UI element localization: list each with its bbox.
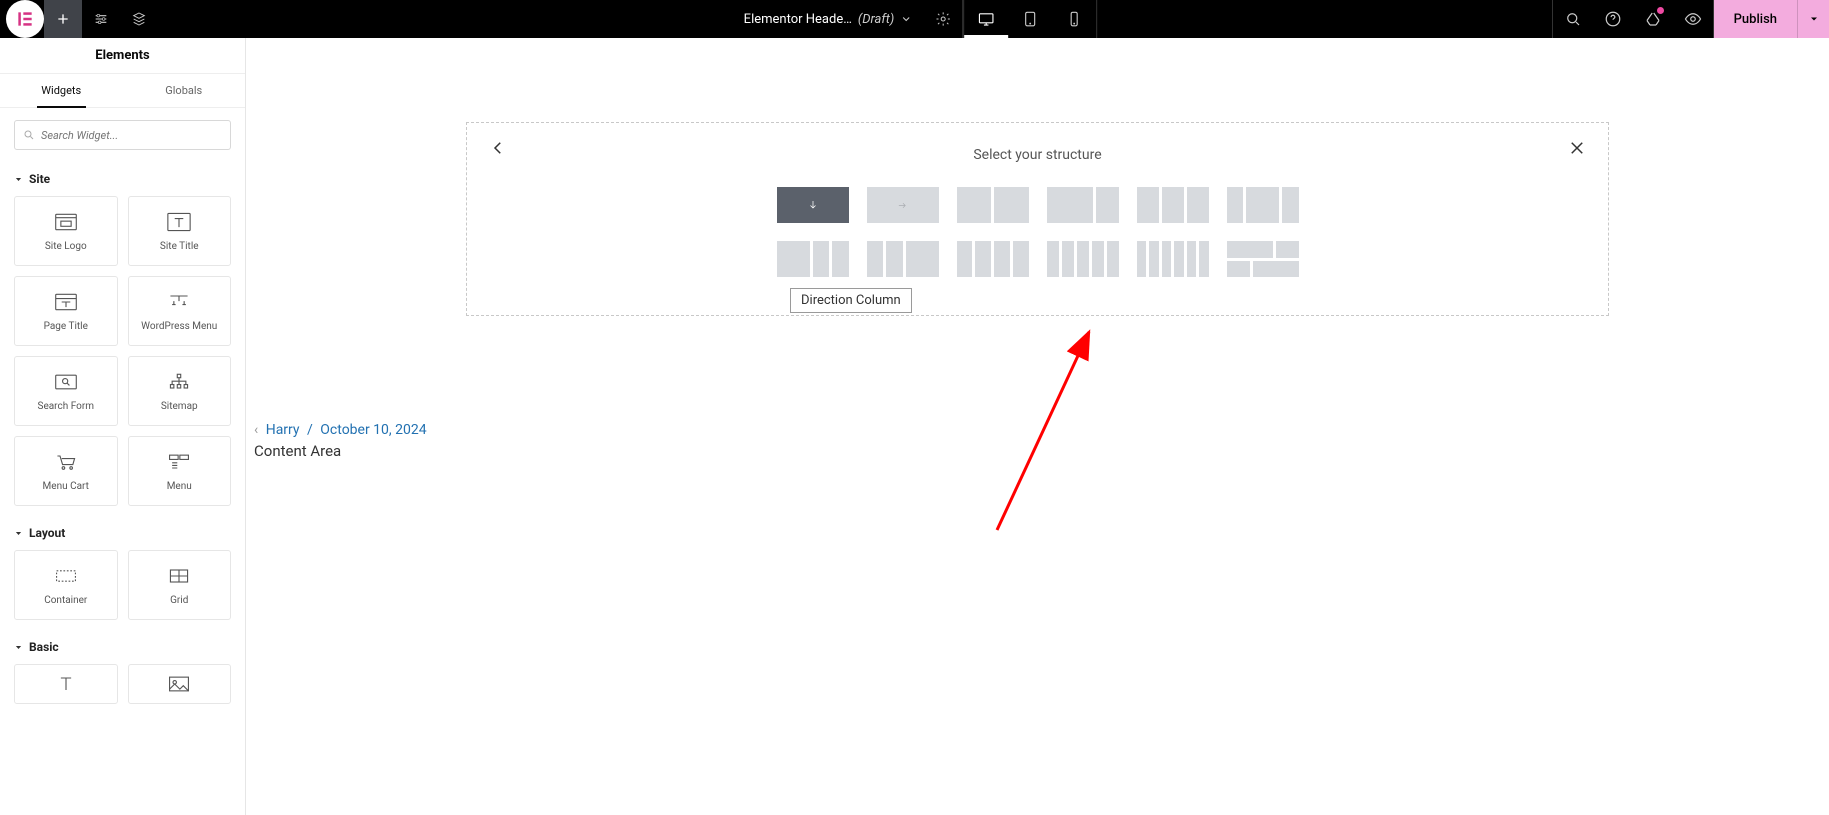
structure-option-3col[interactable] [1137,187,1209,223]
chevron-down-icon [900,13,912,25]
section-site-header[interactable]: Site [14,164,231,196]
structure-option-column[interactable] [777,187,849,223]
canvas-inner: Select your structure [246,38,1829,400]
topbar-right: Publish [1552,0,1829,38]
structure-option-2col[interactable] [957,187,1029,223]
publish-label: Publish [1734,12,1777,27]
app-root: Elementor Heade… (Draft) [0,0,1829,815]
post-author-link[interactable]: Harry [266,422,300,438]
topbar-center: Elementor Heade… (Draft) [732,0,1098,38]
section-basic: Basic [0,626,245,710]
wordpress-menu-icon [166,291,192,313]
chevron-left-icon: ‹ [254,422,258,438]
document-title[interactable]: Elementor Heade… (Draft) [732,12,925,27]
widget-page-title[interactable]: Page Title [14,276,118,346]
desktop-device-button[interactable] [964,0,1008,38]
document-draft-label: (Draft) [858,12,894,27]
structure-grid: Direction Column [497,187,1578,277]
page-settings-button[interactable] [924,0,962,38]
elementor-logo[interactable] [6,0,44,38]
widget-basic-2[interactable] [128,664,232,704]
panel-tabs: Widgets Globals [0,74,245,108]
panel-title: Elements [0,38,245,74]
navigator-button[interactable] [120,0,158,38]
structure-option-3col-right[interactable] [867,241,939,277]
widget-wordpress-menu[interactable]: WordPress Menu [128,276,232,346]
search-input[interactable] [41,129,222,142]
image-icon [166,673,192,695]
search-icon [23,129,35,141]
document-title-text: Elementor Heade… [744,12,852,27]
site-logo-icon [53,211,79,233]
menu-cart-icon [53,451,79,473]
grid-icon [166,565,192,587]
structure-option-4col[interactable] [957,241,1029,277]
widget-basic-1[interactable] [14,664,118,704]
widget-site-logo[interactable]: Site Logo [14,196,118,266]
page-title-icon [53,291,79,313]
notification-dot-icon [1657,7,1664,14]
widget-container[interactable]: Container [14,550,118,620]
site-title-icon [166,211,192,233]
menu-icon [166,451,192,473]
structure-option-2col-wide[interactable] [1047,187,1119,223]
widget-site-title[interactable]: Site Title [128,196,232,266]
structure-option-complex[interactable] [1227,241,1299,277]
structure-close-button[interactable] [1560,131,1594,169]
settings-sliders-button[interactable] [82,0,120,38]
elements-panel: Elements Widgets Globals Site [0,38,246,815]
notifications-button[interactable] [1633,0,1673,38]
content-area-label: Content Area [254,442,427,460]
mobile-device-button[interactable] [1052,0,1096,38]
preview-button[interactable] [1673,0,1713,38]
widget-menu-cart[interactable]: Menu Cart [14,436,118,506]
structure-title: Select your structure [497,147,1578,163]
sitemap-icon [166,371,192,393]
widget-search-form[interactable]: Search Form [14,356,118,426]
widget-grid[interactable]: Grid [128,550,232,620]
help-button[interactable] [1593,0,1633,38]
arrow-down-icon [807,199,819,211]
section-site: Site Site Logo Site Title Page Title [0,158,245,512]
annotation-arrow [967,280,1187,540]
structure-option-3col-left[interactable] [777,241,849,277]
widget-menu[interactable]: Menu [128,436,232,506]
container-icon [53,565,79,587]
topbar-left [0,0,158,38]
editor-canvas[interactable]: ‹ Harry / October 10, 2024 Content Area … [246,38,1829,815]
widget-sitemap[interactable]: Sitemap [128,356,232,426]
structure-option-row[interactable] [867,187,939,223]
publish-options-button[interactable] [1797,0,1829,38]
add-element-button[interactable] [44,0,82,38]
structure-option-5col[interactable] [1047,241,1119,277]
structure-option-3col-mid[interactable] [1227,187,1299,223]
caret-down-icon [14,529,23,538]
publish-button[interactable]: Publish [1714,0,1797,38]
structure-option-6col[interactable] [1137,241,1209,277]
finder-search-button[interactable] [1553,0,1593,38]
search-form-icon [53,371,79,393]
section-basic-header[interactable]: Basic [14,632,231,664]
tablet-device-button[interactable] [1008,0,1052,38]
section-layout-header[interactable]: Layout [14,518,231,550]
main: Elements Widgets Globals Site [0,38,1829,815]
arrow-right-icon [897,200,908,211]
structure-tooltip: Direction Column [790,288,912,313]
caret-down-icon [14,643,23,652]
heading-icon [53,673,79,695]
structure-back-button[interactable] [481,131,515,169]
post-date-link[interactable]: October 10, 2024 [320,422,426,438]
topbar: Elementor Heade… (Draft) [0,0,1829,38]
caret-down-icon [14,175,23,184]
section-layout: Layout Container Grid [0,512,245,626]
search-box[interactable] [14,120,231,150]
responsive-devices [963,0,1097,38]
search-wrapper [0,108,245,158]
structure-selector: Select your structure [466,122,1609,316]
tab-globals[interactable]: Globals [123,74,246,107]
tab-widgets[interactable]: Widgets [0,74,123,107]
post-meta: ‹ Harry / October 10, 2024 Content Area [254,422,427,460]
